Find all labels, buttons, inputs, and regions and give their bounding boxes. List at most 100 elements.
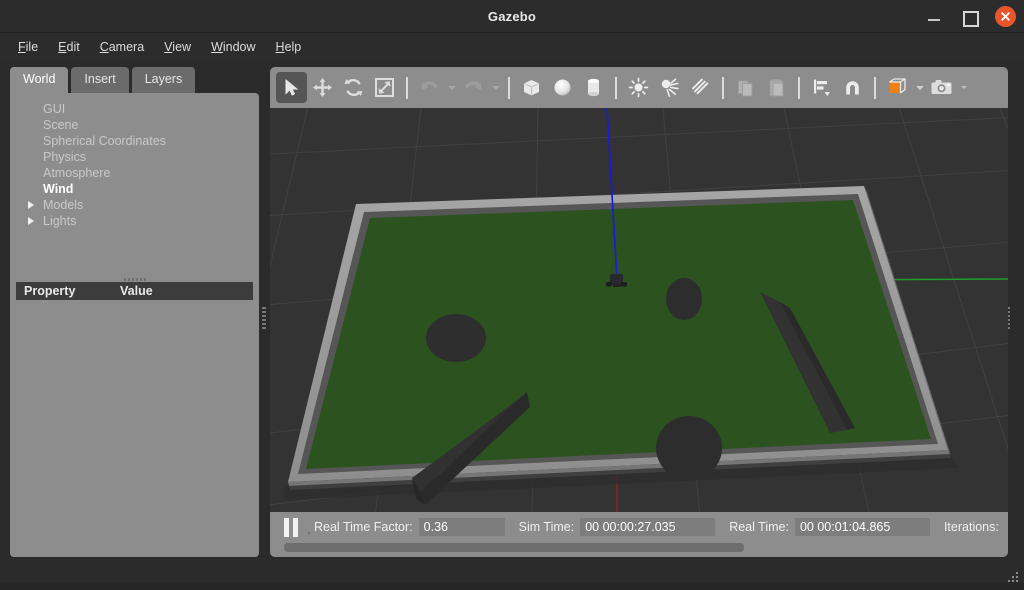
obstacle-cylinder[interactable] bbox=[426, 314, 486, 362]
align-button[interactable] bbox=[806, 72, 837, 103]
undo-button[interactable] bbox=[414, 72, 445, 103]
move-arrows-icon bbox=[313, 78, 332, 97]
real-time-label: Real Time: bbox=[729, 520, 789, 534]
pause-simulation-button[interactable] bbox=[278, 515, 304, 539]
chevron-right-icon[interactable] bbox=[28, 217, 34, 225]
chevron-down-icon bbox=[491, 85, 500, 90]
translate-mode-button[interactable] bbox=[307, 72, 338, 103]
menu-window[interactable]: Window bbox=[203, 37, 263, 57]
undo-history-dropdown[interactable] bbox=[445, 72, 458, 103]
render-viewport-3d[interactable] bbox=[270, 108, 1008, 512]
menu-view[interactable]: View bbox=[156, 37, 199, 57]
tree-item-atmosphere[interactable]: Atmosphere bbox=[24, 165, 254, 181]
tree-item-lights[interactable]: Lights bbox=[24, 213, 254, 229]
splitter-grip-icon bbox=[123, 278, 146, 281]
simulation-status-bar: Real Time Factor: 0.36 Sim Time: 00 00:0… bbox=[270, 512, 1008, 557]
left-panel: World Insert Layers GUI Scene Spherical … bbox=[10, 67, 259, 557]
tree-item-label: Atmosphere bbox=[43, 166, 111, 180]
property-table-header: Property Value bbox=[16, 282, 253, 300]
gazebo-window: Gazebo File Edit Camera View Window Help… bbox=[0, 0, 1024, 590]
tree-item-spherical-coordinates[interactable]: Spherical Coordinates bbox=[24, 133, 254, 149]
snap-button[interactable] bbox=[837, 72, 868, 103]
value-column-header: Value bbox=[120, 284, 153, 298]
tab-world[interactable]: World bbox=[10, 67, 69, 93]
tree-item-wind[interactable]: Wind bbox=[24, 181, 254, 197]
tree-item-label: Scene bbox=[43, 118, 79, 132]
point-light-icon bbox=[628, 77, 649, 98]
tree-item-label: Models bbox=[43, 198, 84, 212]
tree-item-label: Lights bbox=[43, 214, 77, 228]
window-controls bbox=[925, 0, 1016, 33]
insert-cylinder-button[interactable] bbox=[578, 72, 609, 103]
sim-time-value: 00 00:00:27.035 bbox=[580, 518, 716, 536]
toolbar-separator bbox=[722, 76, 724, 99]
redo-button[interactable] bbox=[458, 72, 489, 103]
render-toolbar bbox=[270, 67, 1008, 108]
toolbar-separator bbox=[798, 76, 800, 99]
tree-item-models[interactable]: Models bbox=[24, 197, 254, 213]
maximize-button[interactable] bbox=[960, 8, 979, 27]
real-time-value: 00 00:01:04.865 bbox=[794, 518, 930, 536]
obstacle-cylinder[interactable] bbox=[666, 278, 702, 320]
tree-item-physics[interactable]: Physics bbox=[24, 149, 254, 165]
view-angle-button[interactable] bbox=[882, 72, 913, 103]
splitter-grip-icon bbox=[262, 307, 266, 329]
rotate-mode-button[interactable] bbox=[338, 72, 369, 103]
menu-edit[interactable]: Edit bbox=[50, 37, 88, 57]
magnet-icon bbox=[846, 81, 859, 95]
box-icon bbox=[523, 80, 540, 96]
orange-cube-icon bbox=[889, 78, 906, 94]
arena-walls[interactable] bbox=[284, 186, 958, 500]
tree-item-scene[interactable]: Scene bbox=[24, 117, 254, 133]
menu-help[interactable]: Help bbox=[268, 37, 310, 57]
window-title: Gazebo bbox=[487, 9, 537, 24]
cylinder-icon bbox=[588, 78, 599, 97]
insert-box-button[interactable] bbox=[516, 72, 547, 103]
status-separator bbox=[304, 516, 314, 538]
toolbar-separator bbox=[406, 76, 408, 99]
menu-camera[interactable]: Camera bbox=[92, 37, 152, 57]
property-column-header: Property bbox=[24, 284, 76, 298]
toolbar-overflow-button[interactable] bbox=[957, 72, 970, 103]
left-vertical-splitter[interactable] bbox=[259, 291, 269, 345]
close-icon bbox=[1001, 12, 1010, 21]
view-angle-dropdown[interactable] bbox=[913, 72, 926, 103]
pause-icon bbox=[293, 517, 298, 537]
status-row: Real Time Factor: 0.36 Sim Time: 00 00:0… bbox=[270, 512, 1008, 542]
minimize-button[interactable] bbox=[925, 8, 943, 26]
select-mode-button[interactable] bbox=[276, 72, 307, 103]
toolbar-separator bbox=[615, 76, 617, 99]
scale-mode-button[interactable] bbox=[369, 72, 400, 103]
insert-sphere-button[interactable] bbox=[547, 72, 578, 103]
paste-button[interactable] bbox=[761, 72, 792, 103]
close-button[interactable] bbox=[995, 6, 1016, 27]
copy-button[interactable] bbox=[730, 72, 761, 103]
insert-directional-light-button[interactable] bbox=[685, 72, 716, 103]
directional-light-icon bbox=[692, 78, 709, 95]
tree-item-label: Physics bbox=[43, 150, 87, 164]
status-horizontal-scrollbar[interactable] bbox=[284, 543, 994, 552]
tree-item-label: Spherical Coordinates bbox=[43, 134, 166, 148]
cursor-arrow-icon bbox=[285, 78, 299, 96]
screenshot-button[interactable] bbox=[926, 72, 957, 103]
redo-history-dropdown[interactable] bbox=[489, 72, 502, 103]
obstacle-cylinder[interactable] bbox=[656, 416, 722, 480]
insert-point-light-button[interactable] bbox=[623, 72, 654, 103]
tab-insert[interactable]: Insert bbox=[71, 67, 129, 93]
render-frame: Real Time Factor: 0.36 Sim Time: 00 00:0… bbox=[270, 67, 1008, 557]
scrollbar-thumb[interactable] bbox=[284, 543, 744, 552]
insert-spot-light-button[interactable] bbox=[654, 72, 685, 103]
tree-item-gui[interactable]: GUI bbox=[24, 101, 254, 117]
tree-item-label: GUI bbox=[43, 102, 66, 116]
scale-arrow-icon bbox=[375, 78, 394, 97]
menu-bar: File Edit Camera View Window Help bbox=[0, 33, 1024, 61]
chevron-down-icon bbox=[960, 86, 967, 89]
menu-file[interactable]: File bbox=[10, 37, 46, 57]
left-panel-tabs: World Insert Layers bbox=[10, 67, 198, 93]
bottom-clipped-strip bbox=[0, 582, 1024, 590]
chevron-right-icon[interactable] bbox=[28, 201, 34, 209]
pause-icon bbox=[284, 517, 289, 537]
camera-icon bbox=[931, 80, 952, 94]
sim-time-label: Sim Time: bbox=[518, 520, 575, 534]
tab-layers[interactable]: Layers bbox=[131, 67, 196, 93]
